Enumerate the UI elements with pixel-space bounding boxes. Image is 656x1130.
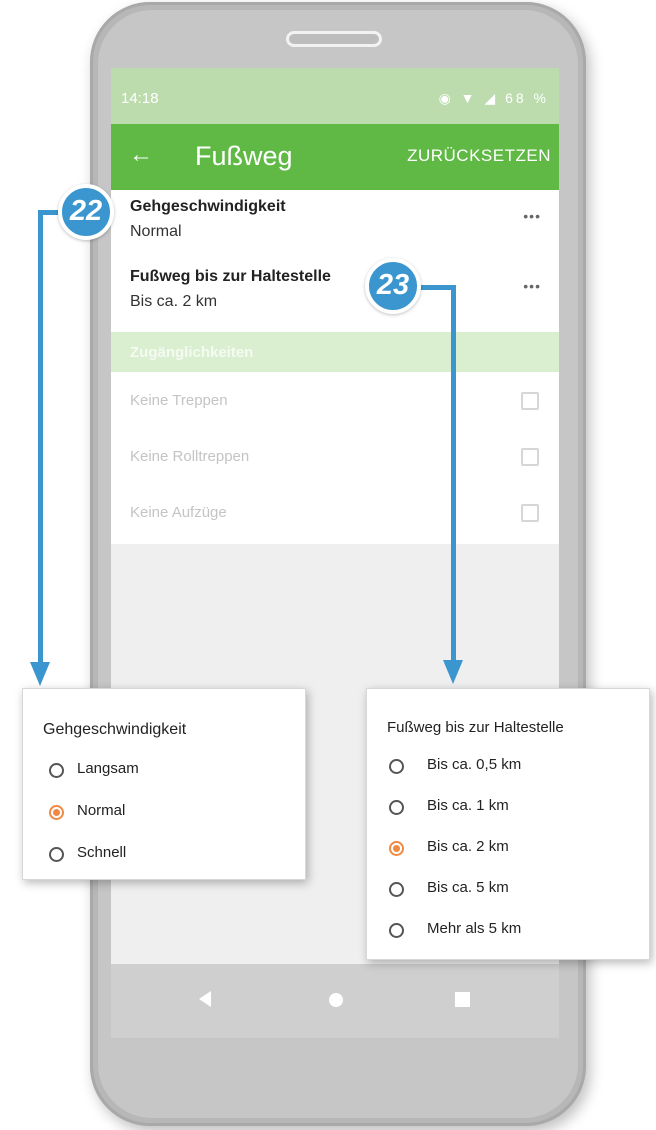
radio-label: Schnell [77,844,127,861]
radio-label: Bis ca. 0,5 km [427,756,522,773]
signal-icon: ◉ ▼ ◢ [438,90,499,106]
radio-label: Langsam [77,760,139,777]
callout-line-22 [38,210,43,668]
checkbox-label: Keine Treppen [130,392,228,409]
dialog-title: Fußweg bis zur Haltestelle [387,719,564,736]
radio-button[interactable] [389,923,404,938]
pref-row-walking-speed[interactable]: Gehgeschwindigkeit Normal ••• [111,190,559,260]
radio-button[interactable] [49,847,64,862]
pref-title: Gehgeschwindigkeit [130,198,286,215]
arrow-left-icon[interactable]: ← [129,140,153,170]
checkbox-row-no-elevators[interactable]: Keine Aufzüge [111,486,559,542]
radio-button-selected[interactable] [49,805,64,820]
checkbox[interactable] [521,448,539,466]
callout-badge-22: 22 [58,184,114,240]
radio-option-fast[interactable]: Schnell [49,841,289,871]
radio-label: Bis ca. 1 km [427,797,509,814]
checkbox-row-no-escalators[interactable]: Keine Rolltreppen [111,430,559,486]
radio-option-slow[interactable]: Langsam [49,757,289,787]
pref-value: Bis ca. 2 km [130,293,218,310]
status-time: 14:18 [121,90,159,107]
radio-label: Mehr als 5 km [427,920,522,937]
radio-button[interactable] [389,759,404,774]
nav-home-icon[interactable] [329,993,343,1007]
distance-dialog: Fußweg bis zur Haltestelle Bis ca. 0,5 k… [366,688,650,960]
nav-back-icon[interactable] [199,991,211,1007]
page-title: Fußweg [195,141,293,171]
battery-level: 68 % [505,90,549,106]
status-icons: ◉ ▼ ◢ 68 % [439,90,549,107]
radio-button[interactable] [389,800,404,815]
android-nav-bar [111,964,559,1038]
more-horizontal-icon[interactable]: ••• [523,278,541,294]
callout-arrow-22 [30,662,50,686]
radio-button[interactable] [389,882,404,897]
dialog-title: Gehgeschwindigkeit [43,721,187,738]
radio-option-0-5km[interactable]: Bis ca. 0,5 km [389,753,629,783]
callout-badge-23: 23 [365,258,421,314]
status-bar: 14:18 ◉ ▼ ◢ 68 % [111,68,559,124]
radio-option-5km[interactable]: Bis ca. 5 km [389,876,629,906]
pref-row-walking-distance[interactable]: Fußweg bis zur Haltestelle Bis ca. 2 km … [111,260,559,330]
reset-button[interactable]: ZURÜCKSETZEN [407,146,551,166]
checkbox-row-no-stairs[interactable]: Keine Treppen [111,374,559,430]
radio-button-selected[interactable] [389,841,404,856]
more-horizontal-icon[interactable]: ••• [523,208,541,224]
checkbox[interactable] [521,392,539,410]
radio-option-1km[interactable]: Bis ca. 1 km [389,794,629,824]
radio-option-normal[interactable]: Normal [49,799,289,829]
pref-title: Fußweg bis zur Haltestelle [130,268,331,285]
callout-arrow-23 [443,660,463,684]
radio-label: Normal [77,802,126,819]
settings-content: Gehgeschwindigkeit Normal ••• Fußweg bis… [111,190,559,544]
earpiece-speaker [286,31,382,47]
app-toolbar: ← Fußweg ZURÜCKSETZEN [111,124,559,190]
section-header-accessibility: Zugänglichkeiten [111,332,559,372]
checkbox[interactable] [521,504,539,522]
callout-line-23 [451,285,456,663]
radio-label: Bis ca. 5 km [427,879,509,896]
checkbox-label: Keine Rolltreppen [130,448,250,465]
checkbox-label: Keine Aufzüge [130,504,227,521]
pref-value: Normal [130,223,182,240]
speed-dialog: Gehgeschwindigkeit Langsam Normal Schnel… [22,688,306,880]
radio-option-more-5km[interactable]: Mehr als 5 km [389,917,629,947]
nav-recent-apps-icon[interactable] [455,992,470,1007]
radio-option-2km[interactable]: Bis ca. 2 km [389,835,629,865]
radio-label: Bis ca. 2 km [427,838,509,855]
radio-button[interactable] [49,763,64,778]
